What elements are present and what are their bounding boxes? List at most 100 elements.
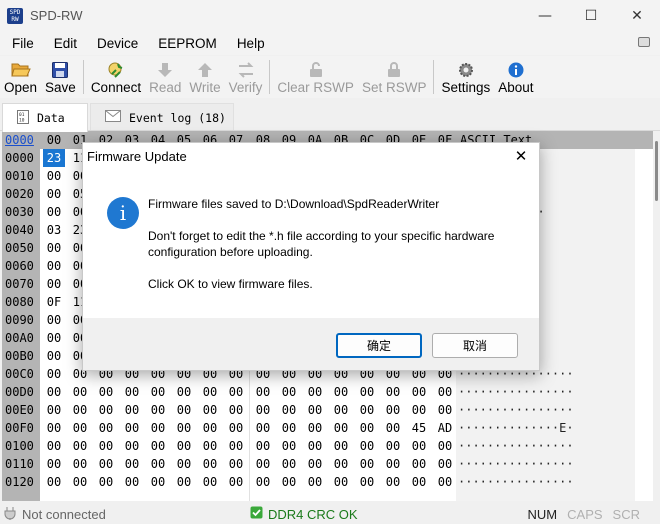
byte-cell[interactable]: 00 [121, 455, 143, 473]
save-button[interactable]: Save [41, 56, 80, 98]
byte-cell[interactable]: 00 [147, 437, 169, 455]
byte-cell[interactable]: 00 [304, 437, 326, 455]
byte-cell[interactable]: 00 [225, 473, 247, 491]
byte-cell[interactable]: 00 [278, 401, 300, 419]
byte-cell[interactable]: 00 [69, 455, 91, 473]
byte-cell[interactable]: 00 [408, 437, 430, 455]
byte-cell[interactable]: 00 [43, 167, 65, 185]
byte-cell[interactable]: 00 [408, 473, 430, 491]
byte-cell[interactable]: 00 [434, 383, 456, 401]
byte-cell[interactable]: 00 [382, 419, 404, 437]
ok-button[interactable]: 确定 [336, 333, 422, 358]
byte-cell[interactable]: 00 [304, 455, 326, 473]
byte-cell[interactable]: 00 [252, 473, 274, 491]
dialog-close-button[interactable]: ✕ [511, 146, 531, 166]
byte-cell[interactable]: 00 [173, 473, 195, 491]
selected-byte-cell[interactable]: 23 [43, 149, 65, 167]
byte-cell[interactable]: 00 [356, 401, 378, 419]
byte-cell[interactable]: 00 [173, 437, 195, 455]
byte-cell[interactable]: 00 [304, 383, 326, 401]
byte-cell[interactable]: 00 [330, 455, 352, 473]
byte-cell[interactable]: 00 [382, 455, 404, 473]
byte-cell[interactable]: 00 [382, 437, 404, 455]
byte-cell[interactable]: 00 [356, 383, 378, 401]
byte-cell[interactable]: 00 [225, 437, 247, 455]
byte-cell[interactable]: 00 [147, 473, 169, 491]
byte-cell[interactable]: 00 [252, 419, 274, 437]
byte-cell[interactable]: 00 [278, 419, 300, 437]
byte-cell[interactable]: 00 [356, 419, 378, 437]
byte-cell[interactable]: 00 [356, 473, 378, 491]
menu-edit[interactable]: Edit [42, 36, 85, 51]
byte-cell[interactable]: 00 [147, 455, 169, 473]
maximize-button[interactable]: ☐ [568, 0, 614, 31]
byte-cell[interactable]: 00 [121, 419, 143, 437]
byte-cell[interactable]: 00 [356, 455, 378, 473]
read-button[interactable]: Read [145, 56, 185, 98]
byte-cell[interactable]: 00 [43, 329, 65, 347]
cancel-button[interactable]: 取消 [432, 333, 518, 358]
write-button[interactable]: Write [185, 56, 224, 98]
byte-cell[interactable]: 00 [199, 419, 221, 437]
byte-cell[interactable]: 00 [304, 473, 326, 491]
byte-cell[interactable]: 00 [330, 383, 352, 401]
byte-cell[interactable]: 00 [330, 401, 352, 419]
menu-help[interactable]: Help [225, 36, 273, 51]
byte-cell[interactable]: 03 [43, 221, 65, 239]
byte-cell[interactable]: 00 [43, 401, 65, 419]
byte-cell[interactable]: 00 [225, 455, 247, 473]
byte-cell[interactable]: 00 [199, 383, 221, 401]
byte-cell[interactable]: 00 [199, 437, 221, 455]
byte-cell[interactable]: 00 [434, 437, 456, 455]
byte-cell[interactable]: 00 [252, 401, 274, 419]
byte-cell[interactable]: 00 [330, 437, 352, 455]
byte-cell[interactable]: 00 [252, 455, 274, 473]
byte-cell[interactable]: 00 [43, 203, 65, 221]
byte-cell[interactable]: 00 [252, 437, 274, 455]
open-button[interactable]: Open [0, 56, 41, 98]
byte-cell[interactable]: 00 [43, 455, 65, 473]
byte-cell[interactable]: AD [434, 419, 456, 437]
byte-cell[interactable]: 00 [43, 311, 65, 329]
byte-cell[interactable]: 00 [95, 419, 117, 437]
byte-cell[interactable]: 00 [199, 473, 221, 491]
byte-cell[interactable]: 00 [173, 419, 195, 437]
byte-cell[interactable]: 00 [199, 401, 221, 419]
byte-cell[interactable]: 00 [95, 473, 117, 491]
byte-cell[interactable]: 00 [173, 455, 195, 473]
settings-button[interactable]: Settings [437, 56, 494, 98]
byte-cell[interactable]: 00 [147, 419, 169, 437]
byte-cell[interactable]: 00 [69, 383, 91, 401]
byte-cell[interactable]: 00 [278, 437, 300, 455]
minimize-button[interactable]: — [522, 0, 568, 31]
tab-data[interactable]: 01 10 Data [2, 103, 88, 132]
byte-cell[interactable]: 00 [304, 419, 326, 437]
byte-cell[interactable]: 00 [278, 455, 300, 473]
byte-cell[interactable]: 00 [382, 401, 404, 419]
byte-cell[interactable]: 00 [356, 437, 378, 455]
byte-cell[interactable]: 00 [95, 383, 117, 401]
byte-cell[interactable]: 00 [43, 437, 65, 455]
byte-cell[interactable]: 00 [147, 383, 169, 401]
byte-cell[interactable]: 00 [225, 419, 247, 437]
menu-file[interactable]: File [0, 36, 42, 51]
byte-cell[interactable]: 00 [43, 419, 65, 437]
byte-cell[interactable]: 00 [95, 455, 117, 473]
about-button[interactable]: About [494, 56, 537, 98]
byte-cell[interactable]: 00 [330, 473, 352, 491]
byte-cell[interactable]: 00 [95, 437, 117, 455]
byte-cell[interactable]: 00 [278, 473, 300, 491]
byte-cell[interactable]: 00 [69, 473, 91, 491]
byte-cell[interactable]: 00 [43, 473, 65, 491]
byte-cell[interactable]: 00 [43, 257, 65, 275]
byte-cell[interactable]: 00 [121, 473, 143, 491]
byte-cell[interactable]: 00 [43, 365, 65, 383]
byte-cell[interactable]: 00 [69, 437, 91, 455]
byte-cell[interactable]: 00 [408, 401, 430, 419]
byte-cell[interactable]: 00 [408, 383, 430, 401]
restore-view-icon[interactable] [638, 37, 650, 47]
byte-cell[interactable]: 00 [95, 401, 117, 419]
byte-cell[interactable]: 00 [252, 383, 274, 401]
byte-cell[interactable]: 00 [173, 383, 195, 401]
byte-cell[interactable]: 00 [434, 401, 456, 419]
